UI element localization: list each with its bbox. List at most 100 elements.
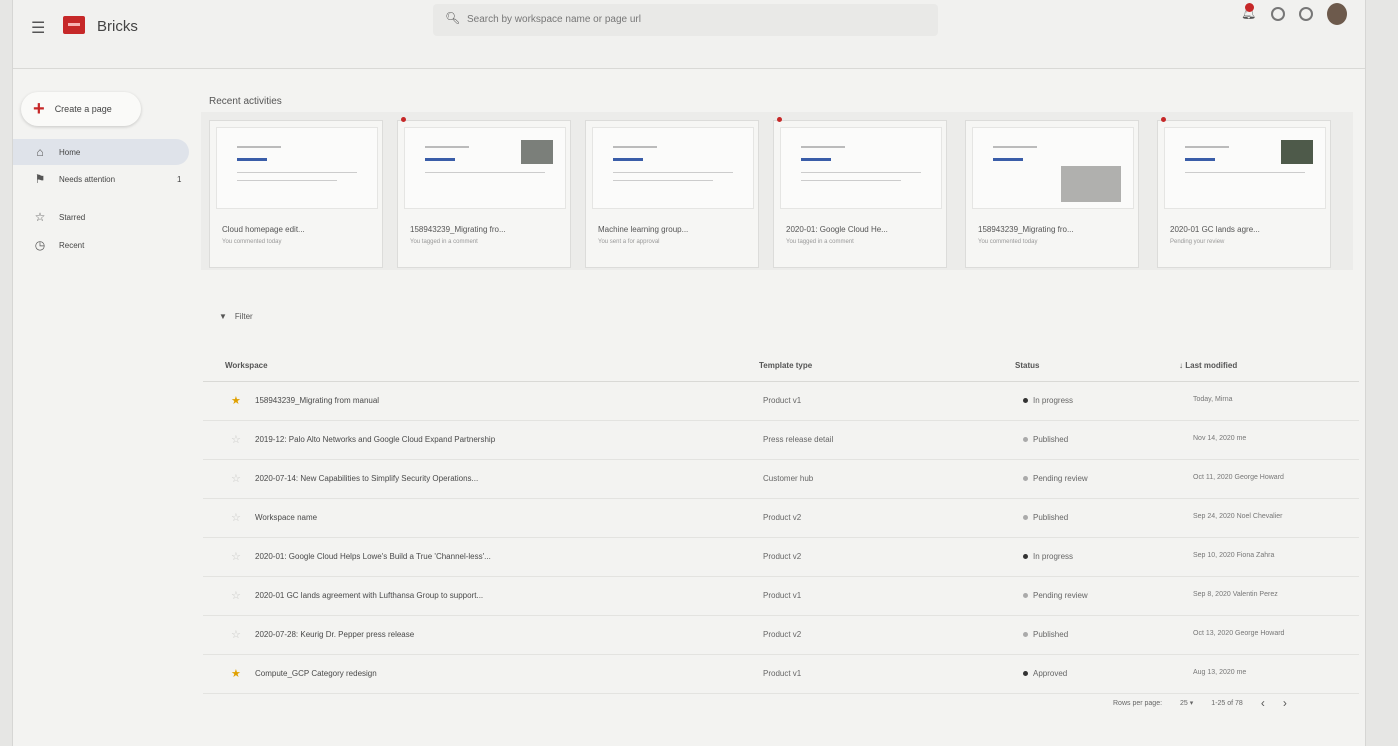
- card-title: 158943239_Migrating fro...: [978, 225, 1074, 234]
- notification-badge: [1245, 3, 1254, 12]
- template-type: Customer hub: [763, 474, 814, 483]
- last-modified: Nov 14, 2020 me: [1193, 435, 1247, 442]
- settings-gear-icon[interactable]: [1299, 7, 1313, 21]
- star-icon[interactable]: ★: [231, 394, 241, 407]
- column-header-workspace[interactable]: Workspace: [225, 361, 268, 370]
- recent-card[interactable]: 2020-01: Google Cloud He... You tagged i…: [773, 117, 947, 268]
- filter-button[interactable]: ▼ Filter: [219, 312, 253, 321]
- rows-per-page-select[interactable]: 25 ▾: [1180, 699, 1193, 707]
- filter-icon: ▼: [219, 312, 227, 321]
- create-page-button[interactable]: + Create a page: [21, 92, 141, 126]
- table-row[interactable]: ★ Compute_GCP Category redesign Product …: [203, 655, 1359, 694]
- search-bar[interactable]: 🔍︎ Search by workspace name or page url: [433, 4, 938, 36]
- workspace-name[interactable]: 158943239_Migrating from manual: [255, 396, 379, 405]
- pagination: Rows per page: 25 ▾ 1-25 of 78 ‹ ›: [1113, 696, 1287, 710]
- star-icon[interactable]: ☆: [231, 511, 241, 524]
- create-page-label: Create a page: [54, 104, 112, 114]
- star-icon[interactable]: ★: [231, 667, 241, 680]
- menu-icon[interactable]: ☰: [31, 18, 45, 38]
- notification-bell-icon[interactable]: 🔔︎: [1241, 3, 1257, 22]
- table-row[interactable]: ☆ 2019-12: Palo Alto Networks and Google…: [203, 421, 1359, 460]
- column-header-label: Last modified: [1185, 361, 1238, 370]
- search-input[interactable]: Search by workspace name or page url: [467, 14, 641, 25]
- status-dot-icon: [1023, 437, 1028, 443]
- card-title: Machine learning group...: [598, 225, 689, 234]
- card-title: 158943239_Migrating fro...: [410, 225, 506, 234]
- star-icon[interactable]: ☆: [231, 472, 241, 485]
- recent-card[interactable]: Machine learning group... You sent a for…: [585, 120, 759, 268]
- page-range: 1-25 of 78: [1211, 699, 1243, 707]
- sidebar-item-needs-attention[interactable]: ⚑ Needs attention 1: [13, 166, 182, 192]
- status-dot-icon: [1023, 398, 1028, 404]
- status: In progress: [1023, 396, 1073, 405]
- recent-card[interactable]: 2020-01 GC lands agre... Pending your re…: [1157, 117, 1331, 268]
- card-thumbnail: [404, 127, 566, 209]
- status-label: Published: [1033, 435, 1069, 444]
- logo-icon: [63, 16, 85, 34]
- table-row[interactable]: ☆ Workspace name Product v2 Published Se…: [203, 499, 1359, 538]
- help-icon[interactable]: [1271, 7, 1285, 21]
- table-header: Workspace Template type Status ↓ Last mo…: [203, 345, 1359, 382]
- status: Published: [1023, 435, 1068, 444]
- status: Pending review: [1023, 591, 1088, 600]
- last-modified: Sep 10, 2020 Fiona Zahra: [1193, 552, 1275, 559]
- search-icon: 🔍︎: [445, 11, 461, 25]
- unread-dot: [401, 117, 406, 122]
- table-row[interactable]: ☆ 2020-01 GC lands agreement with Luftha…: [203, 577, 1359, 616]
- workspace-name[interactable]: 2020-07-14: New Capabilities to Simplify…: [255, 474, 478, 483]
- status: Published: [1023, 630, 1068, 639]
- app-title: Bricks: [97, 18, 138, 35]
- avatar[interactable]: [1327, 3, 1347, 25]
- last-modified: Oct 11, 2020 George Howard: [1193, 474, 1284, 481]
- star-icon[interactable]: ☆: [231, 589, 241, 602]
- workspace-name[interactable]: 2020-07-28: Keurig Dr. Pepper press rele…: [255, 630, 414, 639]
- template-type: Product v1: [763, 669, 802, 678]
- home-icon: ⌂: [36, 145, 44, 159]
- filter-label: Filter: [234, 312, 253, 321]
- sidebar-item-recent[interactable]: ◷ Recent: [13, 232, 85, 258]
- workspace-name[interactable]: Workspace name: [255, 513, 317, 522]
- template-type: Product v2: [763, 513, 802, 522]
- table-row[interactable]: ☆ 2020-07-14: New Capabilities to Simpli…: [203, 460, 1359, 499]
- column-header-status[interactable]: Status: [1015, 361, 1039, 370]
- sidebar-item-home[interactable]: ⌂ Home: [13, 139, 189, 165]
- sidebar-item-starred[interactable]: ☆ Starred: [13, 204, 86, 230]
- unread-dot: [1161, 117, 1166, 122]
- recent-card[interactable]: Cloud homepage edit... You commented tod…: [209, 120, 383, 268]
- column-header-template-type[interactable]: Template type: [759, 361, 812, 370]
- card-title: Cloud homepage edit...: [222, 225, 305, 234]
- table-row[interactable]: ☆ 2020-01: Google Cloud Helps Lowe's Bui…: [203, 538, 1359, 577]
- column-header-last-modified[interactable]: ↓ Last modified: [1179, 361, 1237, 370]
- status: Pending review: [1023, 474, 1088, 483]
- star-icon[interactable]: ☆: [231, 433, 241, 446]
- chevron-right-icon[interactable]: ›: [1283, 696, 1287, 710]
- star-icon[interactable]: ☆: [231, 550, 241, 563]
- workspace-name[interactable]: Compute_GCP Category redesign: [255, 669, 377, 678]
- recent-card[interactable]: 158943239_Migrating fro... You tagged in…: [397, 117, 571, 268]
- star-icon[interactable]: ☆: [231, 628, 241, 641]
- card-thumbnail: [592, 127, 754, 209]
- card-subtitle: You sent a for approval: [598, 239, 660, 245]
- rows-per-page-label: Rows per page:: [1113, 699, 1163, 707]
- workspace-name[interactable]: 2019-12: Palo Alto Networks and Google C…: [255, 435, 495, 444]
- last-modified: Sep 8, 2020 Valentin Perez: [1193, 591, 1278, 598]
- workspace-name[interactable]: 2020-01: Google Cloud Helps Lowe's Build…: [255, 552, 491, 561]
- chevron-left-icon[interactable]: ‹: [1261, 696, 1265, 710]
- last-modified: Aug 13, 2020 me: [1193, 669, 1247, 676]
- last-modified: Today, Mirna: [1193, 396, 1233, 403]
- recent-card[interactable]: 158943239_Migrating fro... You commented…: [965, 120, 1139, 268]
- card-title: 2020-01 GC lands agre...: [1170, 225, 1260, 234]
- status: Approved: [1023, 669, 1067, 678]
- status-label: Published: [1033, 630, 1069, 639]
- status-label: In progress: [1033, 396, 1074, 405]
- status-label: Pending review: [1033, 474, 1088, 483]
- status: Published: [1023, 513, 1068, 522]
- card-thumbnail: [1164, 127, 1326, 209]
- status-dot-icon: [1023, 671, 1028, 677]
- status-label: Published: [1033, 513, 1069, 522]
- table-row[interactable]: ★ 158943239_Migrating from manual Produc…: [203, 382, 1359, 421]
- template-type: Product v1: [763, 396, 802, 405]
- table-row[interactable]: ☆ 2020-07-28: Keurig Dr. Pepper press re…: [203, 616, 1359, 655]
- template-type: Product v2: [763, 630, 802, 639]
- workspace-name[interactable]: 2020-01 GC lands agreement with Lufthans…: [255, 591, 483, 600]
